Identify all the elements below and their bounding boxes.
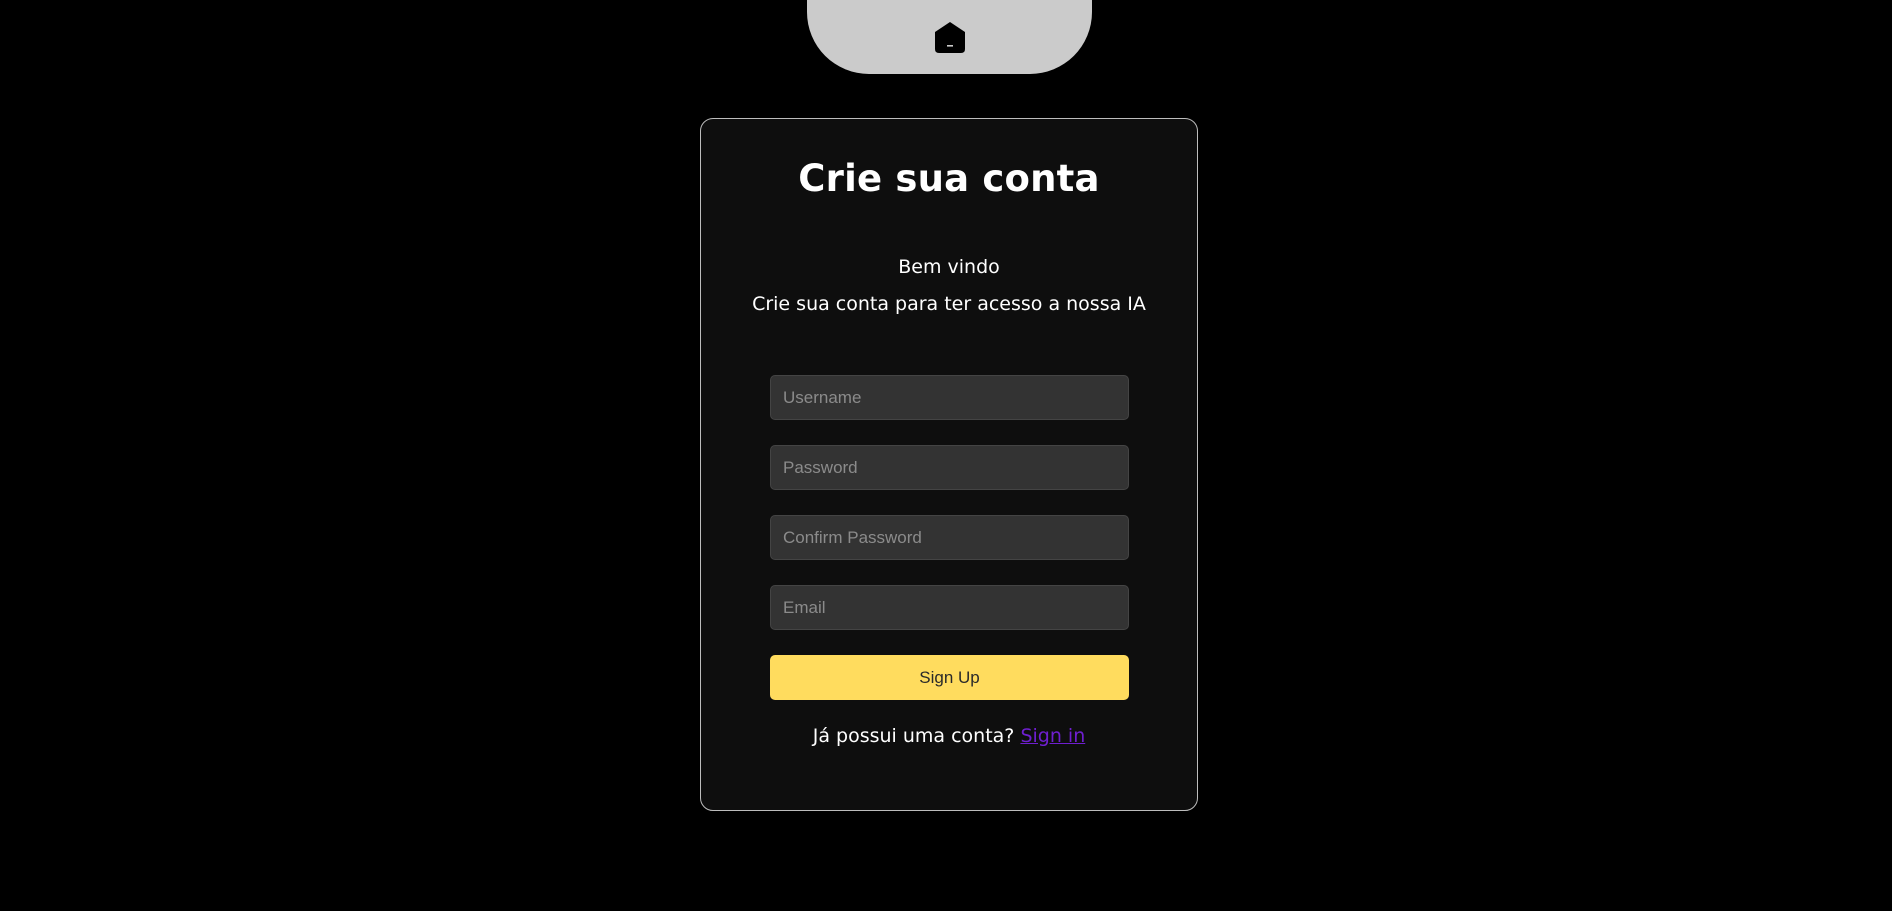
signup-button[interactable]: Sign Up: [770, 655, 1129, 700]
home-icon: [933, 20, 967, 54]
signup-card: Crie sua conta Bem vindo Crie sua conta …: [700, 118, 1198, 811]
welcome-text: Bem vindo: [898, 256, 1000, 278]
signin-link[interactable]: Sign in: [1020, 725, 1085, 747]
password-input[interactable]: [770, 445, 1129, 490]
confirm-password-input[interactable]: [770, 515, 1129, 560]
subtitle-text: Crie sua conta para ter acesso a nossa I…: [752, 293, 1146, 315]
signin-row: Já possui uma conta? Sign in: [701, 725, 1197, 747]
email-input[interactable]: [770, 585, 1129, 630]
page-title: Crie sua conta: [798, 157, 1100, 200]
signin-prompt: Já possui uma conta?: [812, 725, 1015, 747]
username-input[interactable]: [770, 375, 1129, 420]
home-button[interactable]: [807, 0, 1092, 74]
